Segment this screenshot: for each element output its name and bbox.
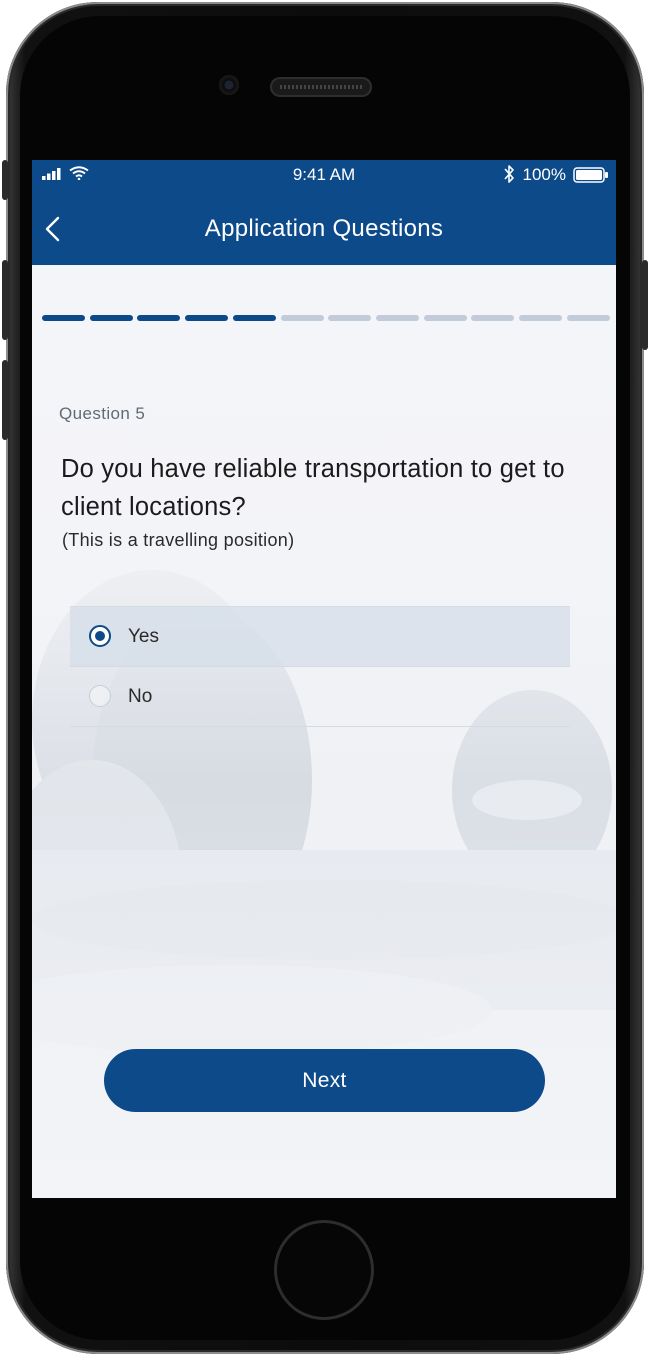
home-button[interactable]: [274, 1220, 374, 1320]
earpiece-speaker: [270, 77, 372, 97]
front-camera: [219, 75, 239, 95]
progress-step-pending: [280, 315, 324, 321]
nav-bar: Application Questions: [32, 190, 616, 265]
progress-step-pending: [423, 315, 467, 321]
question-note: (This is a travelling position): [62, 530, 295, 550]
battery-percentage: 100%: [522, 165, 566, 184]
progress-step-pending: [376, 315, 420, 321]
option-no[interactable]: No: [70, 666, 570, 727]
progress-step-complete: [185, 315, 229, 321]
bluetooth-icon: [504, 165, 514, 183]
radio-button[interactable]: [89, 625, 111, 647]
battery-icon: [573, 167, 608, 183]
radio-button[interactable]: [89, 685, 111, 707]
page-title: Application Questions: [204, 215, 444, 242]
progress-step-pending: [328, 315, 372, 321]
power-button: [642, 260, 648, 350]
next-button[interactable]: Next: [104, 1049, 545, 1112]
status-bar: 9:41 AM 100%: [32, 160, 616, 190]
answer-options: Yes No: [70, 606, 570, 727]
option-label: No: [128, 686, 153, 707]
progress-step-complete: [42, 315, 85, 321]
progress-step-pending: [519, 315, 563, 321]
question-number: Question 5: [59, 404, 146, 423]
volume-down-button: [2, 360, 8, 440]
question-text: Do you have reliable transportation to g…: [61, 455, 565, 521]
progress-indicator: [42, 315, 610, 321]
option-label: Yes: [128, 626, 159, 647]
progress-step-pending: [566, 315, 610, 321]
mute-switch: [2, 160, 8, 200]
progress-step-complete: [89, 315, 133, 321]
option-yes[interactable]: Yes: [70, 606, 570, 666]
progress-step-complete: [232, 315, 276, 321]
app-screen: 9:41 AM 100% Application Questions Quest…: [32, 160, 616, 1198]
volume-up-button: [2, 260, 8, 340]
progress-step-complete: [137, 315, 181, 321]
progress-step-pending: [471, 315, 515, 321]
